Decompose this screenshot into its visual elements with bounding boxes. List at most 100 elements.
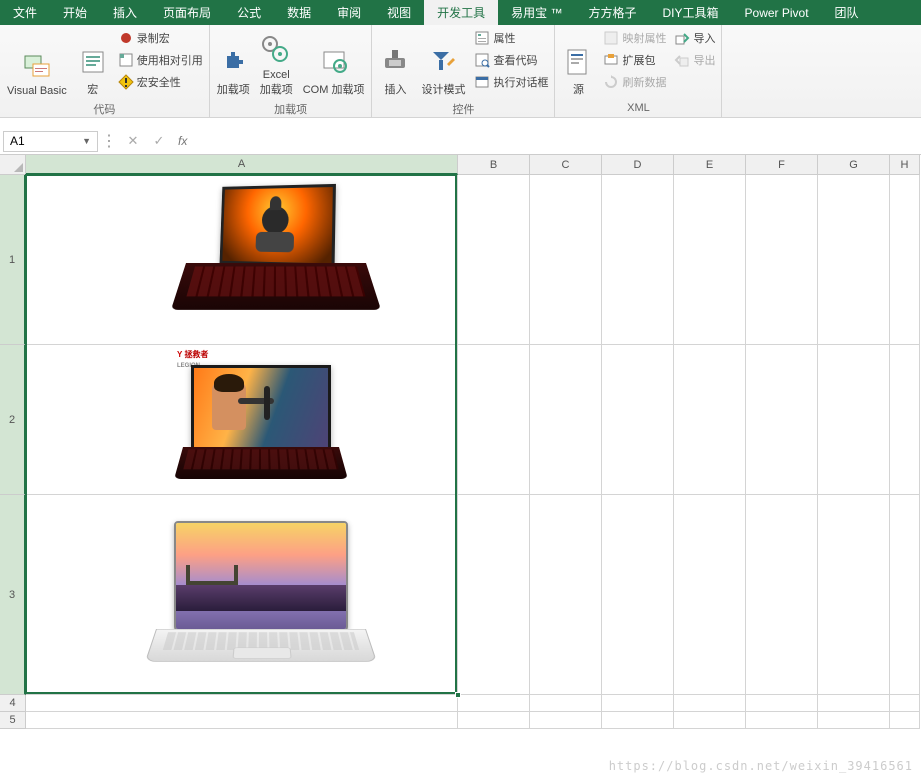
tab-ffgz[interactable]: 方方格子: [575, 0, 649, 25]
cell-C4[interactable]: [530, 695, 602, 712]
cell-D3[interactable]: [602, 495, 674, 695]
col-header-F[interactable]: F: [746, 155, 818, 175]
cancel-formula-button[interactable]: ✕: [120, 131, 146, 152]
properties-button[interactable]: 属性: [470, 27, 552, 49]
cell-C5[interactable]: [530, 712, 602, 729]
visual-basic-button[interactable]: Visual Basic: [2, 27, 72, 99]
embedded-image-3[interactable]: [146, 515, 376, 690]
cell-B2[interactable]: [458, 345, 530, 495]
cell-D2[interactable]: [602, 345, 674, 495]
cell-D5[interactable]: [602, 712, 674, 729]
view-code-button[interactable]: 查看代码: [470, 49, 552, 71]
embedded-image-1[interactable]: [176, 185, 376, 335]
enter-formula-button[interactable]: ✓: [146, 131, 172, 152]
row-header-5[interactable]: 5: [0, 712, 26, 729]
xml-source-icon: [562, 46, 594, 78]
col-header-H[interactable]: H: [890, 155, 920, 175]
cell-B5[interactable]: [458, 712, 530, 729]
record-macro-button[interactable]: 录制宏: [114, 27, 207, 49]
cell-B4[interactable]: [458, 695, 530, 712]
cell-E2[interactable]: [674, 345, 746, 495]
expansion-button[interactable]: 扩展包: [599, 49, 670, 71]
col-header-E[interactable]: E: [674, 155, 746, 175]
cell-E1[interactable]: [674, 175, 746, 345]
cell-G1[interactable]: [818, 175, 890, 345]
tab-diy[interactable]: DIY工具箱: [650, 0, 732, 25]
export-button[interactable]: 导出: [670, 49, 719, 71]
cell-F4[interactable]: [746, 695, 818, 712]
tab-view[interactable]: 视图: [374, 0, 424, 25]
col-header-C[interactable]: C: [530, 155, 602, 175]
cells-area[interactable]: Y 拯救者LEGION: [26, 175, 920, 729]
macro-security-button[interactable]: 宏安全性: [114, 71, 207, 93]
addins-button[interactable]: 加载项: [212, 27, 255, 99]
cell-G5[interactable]: [818, 712, 890, 729]
cell-F3[interactable]: [746, 495, 818, 695]
cell-H4[interactable]: [890, 695, 920, 712]
col-header-A[interactable]: A: [26, 155, 458, 175]
fx-icon[interactable]: fx: [172, 134, 193, 148]
excel-addins-button[interactable]: Excel 加载项: [255, 27, 298, 99]
cell-A4[interactable]: [26, 695, 458, 712]
cell-G2[interactable]: [818, 345, 890, 495]
cell-G4[interactable]: [818, 695, 890, 712]
tab-powerpivot[interactable]: Power Pivot: [732, 0, 822, 25]
cell-B3[interactable]: [458, 495, 530, 695]
cell-E3[interactable]: [674, 495, 746, 695]
cell-F2[interactable]: [746, 345, 818, 495]
fill-handle[interactable]: [455, 692, 461, 698]
group-xml: 源 映射属性 扩展包 刷新数据 导入 导出 XML: [555, 25, 722, 117]
col-header-B[interactable]: B: [458, 155, 530, 175]
xml-source-button[interactable]: 源: [557, 27, 599, 99]
cell-C3[interactable]: [530, 495, 602, 695]
tab-review[interactable]: 审阅: [324, 0, 374, 25]
tab-yyb[interactable]: 易用宝 ™: [498, 0, 575, 25]
name-box[interactable]: A1▼: [3, 131, 98, 152]
addins-label: 加载项: [217, 81, 250, 97]
tab-home[interactable]: 开始: [50, 0, 100, 25]
select-all-button[interactable]: [0, 155, 26, 175]
cell-H2[interactable]: [890, 345, 920, 495]
tab-team[interactable]: 团队: [822, 0, 872, 25]
watermark: https://blog.csdn.net/weixin_39416561: [609, 759, 913, 773]
import-button[interactable]: 导入: [670, 27, 719, 49]
tab-developer[interactable]: 开发工具: [424, 0, 498, 25]
rundlg-icon: [474, 74, 490, 90]
cell-H3[interactable]: [890, 495, 920, 695]
tab-formulas[interactable]: 公式: [224, 0, 274, 25]
run-dialog-button[interactable]: 执行对话框: [470, 71, 552, 93]
row-header-3[interactable]: 3: [0, 495, 26, 695]
embedded-image-2[interactable]: Y 拯救者LEGION: [171, 347, 351, 492]
cell-H5[interactable]: [890, 712, 920, 729]
tab-data[interactable]: 数据: [274, 0, 324, 25]
relative-ref-button[interactable]: 使用相对引用: [114, 49, 207, 71]
row-header-4[interactable]: 4: [0, 695, 26, 712]
refresh-data-button[interactable]: 刷新数据: [599, 71, 670, 93]
cell-F1[interactable]: [746, 175, 818, 345]
cell-A5[interactable]: [26, 712, 458, 729]
cell-F5[interactable]: [746, 712, 818, 729]
cell-C1[interactable]: [530, 175, 602, 345]
cell-G3[interactable]: [818, 495, 890, 695]
formula-input[interactable]: [193, 131, 921, 152]
namebox-dropdown-icon[interactable]: ▼: [82, 136, 91, 146]
cell-C2[interactable]: [530, 345, 602, 495]
col-header-G[interactable]: G: [818, 155, 890, 175]
cell-H1[interactable]: [890, 175, 920, 345]
row-header-1[interactable]: 1: [0, 175, 26, 345]
cell-E4[interactable]: [674, 695, 746, 712]
cell-D1[interactable]: [602, 175, 674, 345]
com-addins-button[interactable]: COM 加载项: [298, 27, 370, 99]
map-props-button[interactable]: 映射属性: [599, 27, 670, 49]
cell-B1[interactable]: [458, 175, 530, 345]
cell-D4[interactable]: [602, 695, 674, 712]
tab-pagelayout[interactable]: 页面布局: [150, 0, 224, 25]
tab-file[interactable]: 文件: [0, 0, 50, 25]
design-mode-button[interactable]: 设计模式: [416, 27, 470, 99]
col-header-D[interactable]: D: [602, 155, 674, 175]
tab-insert[interactable]: 插入: [100, 0, 150, 25]
row-header-2[interactable]: 2: [0, 345, 26, 495]
insert-control-button[interactable]: 插入: [374, 27, 416, 99]
cell-E5[interactable]: [674, 712, 746, 729]
macros-button[interactable]: 宏: [72, 27, 114, 99]
